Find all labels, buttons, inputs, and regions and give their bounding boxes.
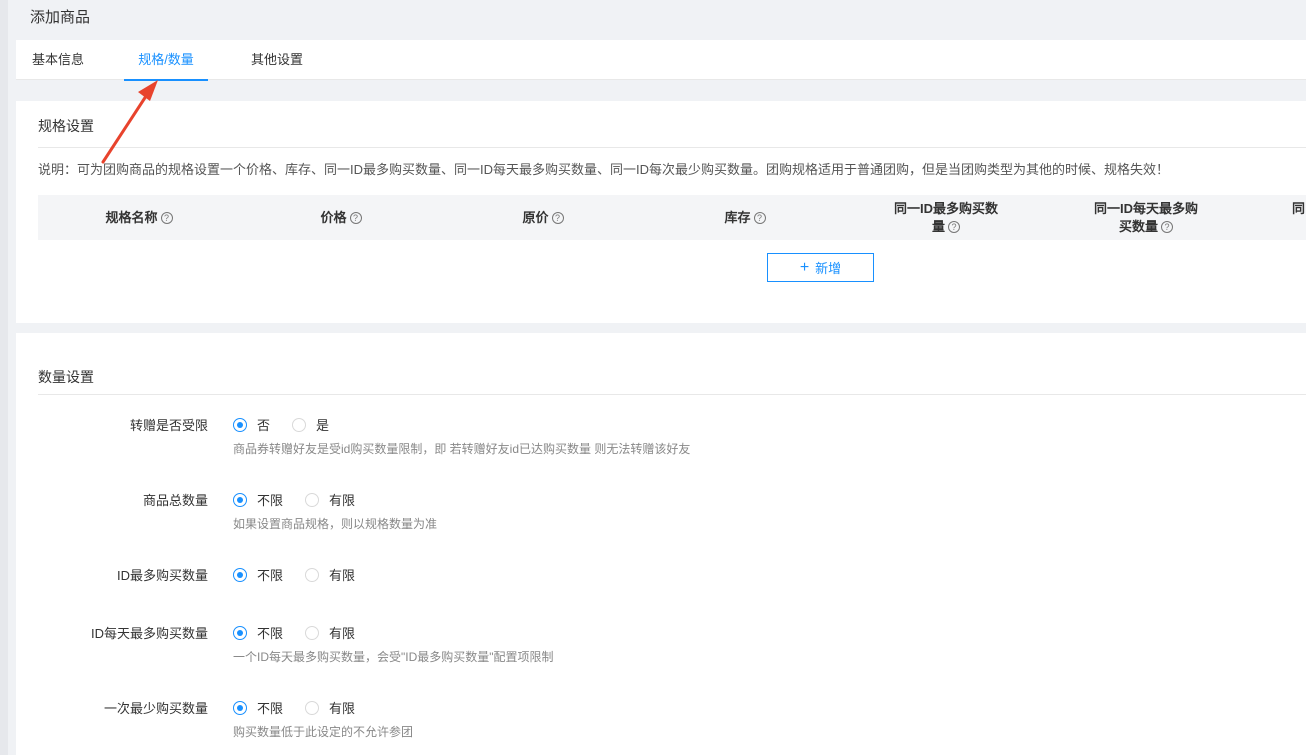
radio-group-total-quantity: 不限 有限	[233, 490, 377, 509]
radio-group-max-per-day: 不限 有限	[233, 623, 377, 642]
radio-unlimited[interactable]: 不限	[233, 698, 283, 717]
spec-divider	[38, 147, 1306, 148]
form-label: 一次最少购买数量	[103, 701, 208, 716]
form-hint: 商品券转赠好友是受id购买数量限制，即 若转赠好友id已达购买数量 则无法转赠该…	[233, 442, 691, 456]
radio-unlimited[interactable]: 不限	[233, 565, 283, 584]
radio-group-transfer-limit: 否 是	[233, 415, 351, 434]
column-spec-name: 规格名称?	[38, 195, 240, 240]
column-min-per-order: 同	[1292, 201, 1306, 216]
radio-no[interactable]: 否	[233, 415, 270, 434]
form-label: ID最多购买数量	[116, 568, 208, 583]
help-icon[interactable]: ?	[753, 211, 766, 224]
tab-other-settings[interactable]: 其他设置	[251, 40, 303, 80]
help-icon[interactable]: ?	[1161, 221, 1173, 234]
radio-group-min-per-order: 不限 有限	[233, 698, 377, 717]
radio-dot-icon	[233, 700, 247, 715]
form-label: 转赠是否受限	[129, 418, 208, 433]
radio-group-max-per-id: 不限 有限	[233, 565, 377, 584]
radio-yes[interactable]: 是	[292, 415, 329, 434]
radio-dot-icon	[305, 625, 320, 640]
radio-limited[interactable]: 有限	[305, 698, 355, 717]
form-hint: 一个ID每天最多购买数量，会受"ID最多购买数量"配置项限制	[233, 650, 554, 664]
radio-limited[interactable]: 有限	[305, 565, 355, 584]
radio-dot-icon	[233, 492, 247, 507]
qty-section-title: 数量设置	[38, 369, 94, 385]
radio-dot-icon	[305, 567, 320, 582]
qty-divider	[38, 394, 1306, 395]
spec-settings-card: 规格设置 说明：可为团购商品的规格设置一个价格、库存、同一ID最多购买数量、同一…	[16, 101, 1306, 323]
form-hint: 如果设置商品规格，则以规格数量为准	[233, 517, 438, 531]
help-icon[interactable]: ?	[160, 211, 173, 224]
form-label: ID每天最多购买数量	[90, 626, 208, 641]
help-icon[interactable]: ?	[349, 211, 362, 224]
form-label: 商品总数量	[142, 493, 208, 508]
column-max-per-id: 同一ID最多购买数 量?	[893, 200, 998, 234]
radio-unlimited[interactable]: 不限	[233, 623, 283, 642]
radio-limited[interactable]: 有限	[305, 623, 355, 642]
radio-dot-icon	[305, 700, 320, 715]
radio-dot-icon	[233, 567, 247, 582]
help-icon[interactable]: ?	[551, 211, 564, 224]
radio-dot-icon	[233, 417, 247, 432]
column-original-price: 原价?	[442, 195, 644, 240]
quantity-settings-card: 数量设置 转赠是否受限 否 是 商品券转赠好友是受id购买数量限制，即 若转赠好…	[16, 333, 1306, 755]
plus-icon: +	[799, 258, 810, 276]
help-icon[interactable]: ?	[948, 221, 960, 234]
add-spec-button[interactable]: + 新增	[767, 253, 874, 282]
form-hint: 购买数量低于此设定的不允许参团	[233, 725, 414, 739]
spec-table-header: 规格名称? 价格? 原价? 库存? 同一ID最多购买数 量? 同一ID每天最多购…	[38, 195, 1306, 240]
radio-limited[interactable]: 有限	[305, 490, 355, 509]
column-max-per-day: 同一ID每天最多购 买数量?	[1093, 200, 1198, 234]
tabs-bar: 基本信息 规格/数量 其他设置	[16, 40, 1306, 81]
left-strip	[0, 0, 8, 755]
tab-basic-info[interactable]: 基本信息	[30, 40, 86, 80]
radio-dot-icon	[233, 625, 247, 640]
spec-section-title: 规格设置	[38, 118, 94, 134]
column-price: 价格?	[240, 195, 442, 240]
spec-note: 说明：可为团购商品的规格设置一个价格、库存、同一ID最多购买数量、同一ID每天最…	[38, 162, 1170, 177]
column-stock: 库存?	[644, 195, 846, 240]
radio-dot-icon	[305, 492, 320, 507]
page-title: 添加商品	[30, 9, 91, 26]
radio-unlimited[interactable]: 不限	[233, 490, 283, 509]
radio-dot-icon	[292, 417, 307, 432]
tab-spec-quantity[interactable]: 规格/数量	[124, 40, 208, 81]
